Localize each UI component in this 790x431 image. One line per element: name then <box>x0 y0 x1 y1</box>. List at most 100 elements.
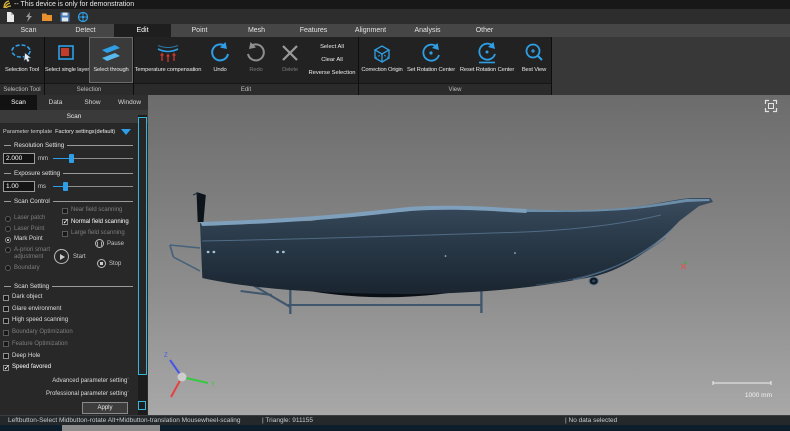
stern-bracket <box>170 245 200 271</box>
device-settings-button[interactable] <box>76 10 89 23</box>
ribbon-group-selection: Select single layer Select through Selec… <box>45 37 134 95</box>
reset-rotation-center-icon <box>474 40 500 66</box>
tab-alignment[interactable]: Alignment <box>342 24 399 37</box>
stern-flag <box>197 192 206 222</box>
panel-scrollbar[interactable] <box>138 115 147 415</box>
checkbox-glare-environment[interactable]: Glare environment <box>0 304 137 316</box>
save-button[interactable] <box>58 10 71 23</box>
checkbox-icon <box>3 306 9 312</box>
checkbox-dark-object[interactable]: Dark object <box>0 292 137 304</box>
tab-other[interactable]: Other <box>456 24 513 37</box>
radio-boundary[interactable]: Boundary <box>5 265 62 273</box>
scrollbar-handle-box[interactable] <box>138 401 146 410</box>
tab-point[interactable]: Point <box>171 24 228 37</box>
advanced-parameter-setting-link[interactable]: Advanced parameter settingˇ <box>0 378 137 384</box>
tab-analysis[interactable]: Analysis <box>399 24 456 37</box>
tab-features[interactable]: Features <box>285 24 342 37</box>
selection-info-text: | No data selected <box>565 416 617 425</box>
select-all-button[interactable]: Select All <box>308 42 356 52</box>
button-label: Undo <box>213 67 226 73</box>
checkbox-speed-favored[interactable]: Speed favored <box>0 362 137 374</box>
button-label: Reset Rotation Center <box>460 67 514 73</box>
checkbox-near-field-scanning[interactable]: Near field scanning <box>62 207 139 215</box>
boat-hull <box>200 198 713 294</box>
radio-icon <box>5 265 11 271</box>
scan-control-group-title: Scan Control <box>4 198 133 205</box>
reverse-selection-button[interactable]: Reverse Selection <box>308 68 356 78</box>
parameter-template-row: Parameter template Factory settings(defa… <box>0 123 137 138</box>
scan-control-area: Laser patch Laser Point Mark Point <box>2 207 135 279</box>
correction-origin-button[interactable]: Correction Origin <box>359 37 405 83</box>
group-label-selection-tool: Selection Tool <box>0 83 44 95</box>
chevron-down-icon[interactable] <box>121 129 131 135</box>
parameter-template-select[interactable]: Factory settings(default) <box>55 129 118 135</box>
select-through-button[interactable]: Select through <box>89 37 133 83</box>
exposure-unit: ms <box>38 184 50 190</box>
tab-edit[interactable]: Edit <box>114 24 171 37</box>
checkbox-high-speed-scanning[interactable]: High speed scanning <box>0 315 137 327</box>
ribbon-group-edit: Temperature compensation Undo <box>134 37 359 95</box>
stop-scan-button[interactable]: Stop <box>97 259 121 268</box>
refresh-button[interactable] <box>22 10 35 23</box>
checkbox-normal-field-scanning[interactable]: Normal field scanning <box>62 219 139 227</box>
delete-button[interactable]: Delete <box>274 37 306 83</box>
radio-laser-point[interactable]: Laser Point <box>5 226 62 234</box>
checkbox-large-field-scanning[interactable]: Large field scanning <box>62 230 139 238</box>
pause-scan-button[interactable]: ❙❙ Pause <box>95 239 124 248</box>
start-scan-button[interactable]: Start <box>54 249 86 264</box>
selection-commands-stack: Select All Clear All Reverse Selection <box>306 37 358 83</box>
undo-button[interactable]: Undo <box>202 37 238 83</box>
exposure-input[interactable] <box>3 181 35 192</box>
panel-tab-show[interactable]: Show <box>74 95 111 110</box>
best-view-button[interactable]: Best View <box>517 37 551 83</box>
checkbox-icon <box>3 330 9 336</box>
open-folder-button[interactable] <box>40 10 53 23</box>
radio-mark-point[interactable]: Mark Point <box>5 236 62 244</box>
group-label-edit: Edit <box>134 83 358 95</box>
exposure-slider-handle[interactable] <box>63 182 68 191</box>
stop-icon <box>97 259 106 268</box>
clear-all-button[interactable]: Clear All <box>308 55 356 65</box>
selection-tool-button[interactable]: Selection Tool <box>0 37 44 83</box>
tab-detect[interactable]: Detect <box>57 24 114 37</box>
checkbox-icon <box>62 219 68 225</box>
resolution-slider[interactable] <box>53 153 133 164</box>
panel-tab-window[interactable]: Window <box>111 95 148 110</box>
3d-viewport[interactable]: Z Y 1000 mm <box>148 95 790 415</box>
scan-setting-group-title: Scan Setting <box>4 283 133 290</box>
panel-tab-data[interactable]: Data <box>37 95 74 110</box>
set-rotation-center-button[interactable]: Set Rotation Center <box>405 37 457 83</box>
tab-scan[interactable]: Scan <box>0 24 57 37</box>
checkbox-feature-optimization[interactable]: Feature Optimization <box>0 339 137 351</box>
tab-mesh[interactable]: Mesh <box>228 24 285 37</box>
checkbox-deep-hole[interactable]: Deep Hole <box>0 350 137 362</box>
button-label: Selection Tool <box>5 67 39 73</box>
new-file-icon <box>5 11 16 23</box>
redo-button[interactable]: Redo <box>238 37 274 83</box>
checkbox-icon <box>62 208 68 214</box>
scrollbar-thumb[interactable] <box>138 117 147 375</box>
ribbon-group-selection-tool: Selection Tool Selection Tool <box>0 37 45 95</box>
checkbox-boundary-optimization[interactable]: Boundary Optimization <box>0 327 137 339</box>
panel-tab-scan[interactable]: Scan <box>0 95 37 110</box>
checkbox-icon <box>3 365 9 371</box>
select-single-layer-button[interactable]: Select single layer <box>45 37 89 83</box>
resolution-slider-handle[interactable] <box>69 154 74 163</box>
professional-parameter-setting-link[interactable]: Professional parameter settingˇ <box>0 391 137 397</box>
delete-x-icon <box>279 40 301 66</box>
play-icon <box>54 249 69 264</box>
radio-laser-patch[interactable]: Laser patch <box>5 215 62 223</box>
temperature-compensation-button[interactable]: Temperature compensation <box>134 37 202 83</box>
apply-button[interactable]: Apply <box>82 402 128 414</box>
resolution-input[interactable] <box>3 153 35 164</box>
fit-view-icon[interactable] <box>764 99 778 113</box>
reset-rotation-center-button[interactable]: Reset Rotation Center <box>457 37 517 83</box>
radio-icon <box>5 237 11 243</box>
button-label: Best View <box>522 67 546 73</box>
new-file-button[interactable] <box>4 10 17 23</box>
left-panel: Scan Data Show Window Scan Parameter tem… <box>0 95 148 415</box>
chevron-down-icon: ˇ <box>127 391 129 397</box>
exposure-slider[interactable] <box>53 181 133 192</box>
boat-scan-mesh[interactable] <box>148 95 790 415</box>
button-label: Correction Origin <box>361 67 402 73</box>
